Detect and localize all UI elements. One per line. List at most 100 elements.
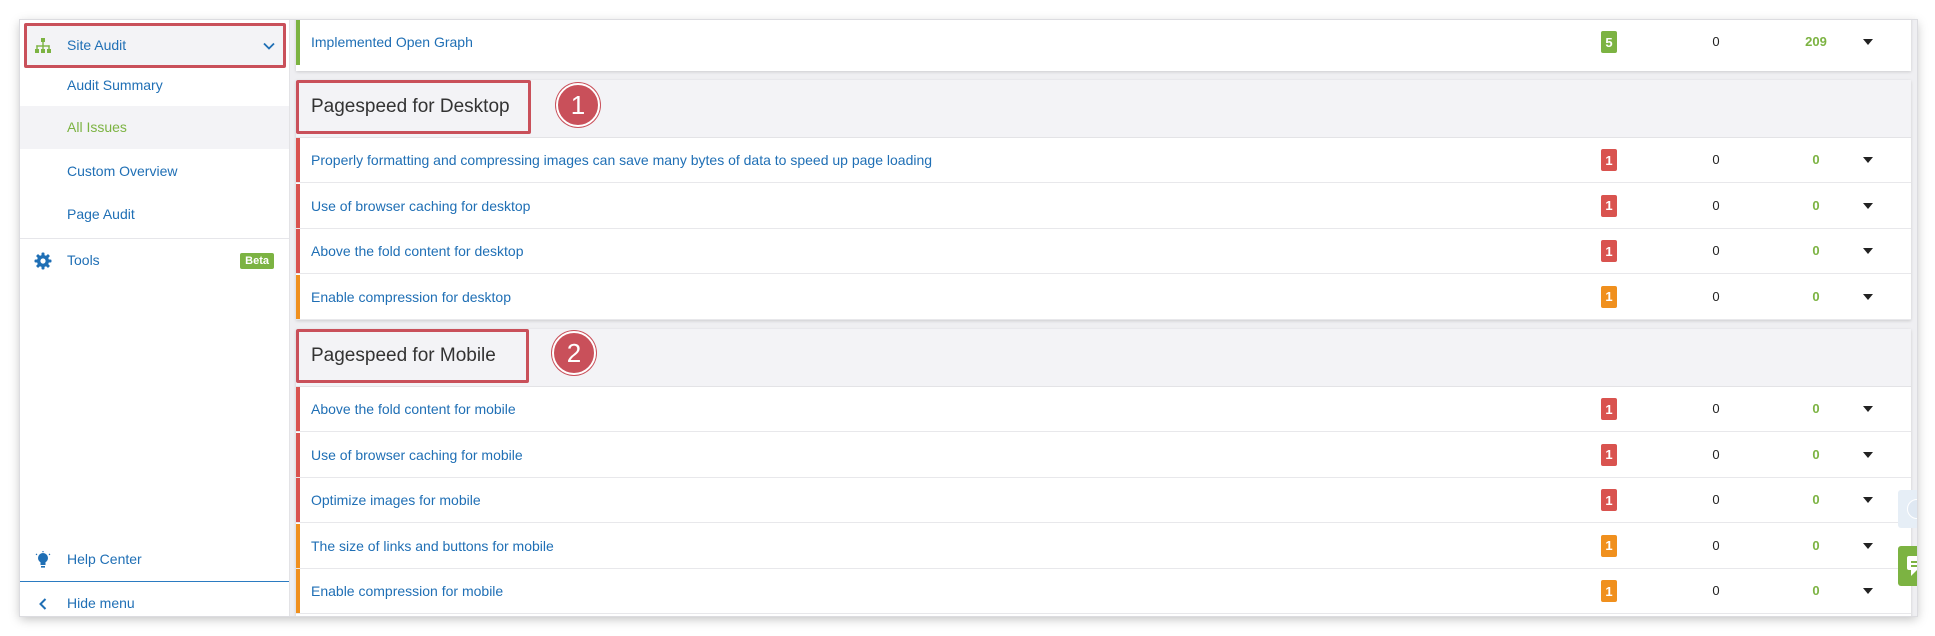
issue-title[interactable]: Above the fold content for desktop [311, 243, 523, 259]
caret-down-icon[interactable] [1863, 39, 1873, 45]
issue-value: 209 [1805, 34, 1827, 49]
issue-count-badge: 1 [1601, 194, 1617, 217]
issue-value: 0 [1812, 446, 1820, 462]
issue-row[interactable]: Enable compression for desktop 1 0 0 [296, 274, 1911, 320]
issue-row[interactable]: Implemented Open Graph 5 0 209 [296, 20, 1911, 65]
issue-value: 0 [1712, 197, 1720, 213]
sidebar-item-label: All Issues [67, 119, 127, 135]
issue-title[interactable]: Enable compression for mobile [311, 583, 503, 599]
sidebar-item-tools[interactable]: Tools Beta [20, 239, 289, 281]
annotation-marker: 2 [552, 331, 596, 375]
issue-value: 0 [1812, 288, 1820, 304]
severity-bar [296, 183, 300, 228]
issue-row[interactable]: The size of links and buttons for mobile… [296, 523, 1911, 569]
issue-row[interactable]: Use of browser caching for desktop 1 0 0 [296, 183, 1911, 229]
issue-count-badge: 5 [1601, 31, 1617, 53]
issue-value: 0 [1812, 197, 1820, 213]
section-title: Pagespeed for Mobile [296, 329, 529, 383]
chevron-left-icon [39, 598, 47, 610]
issue-count-badge: 1 [1601, 489, 1617, 511]
chat-icon [1907, 556, 1917, 576]
chevron-down-icon[interactable] [263, 40, 275, 52]
issue-count-badge: 1 [1601, 398, 1617, 420]
issue-value: 0 [1812, 152, 1820, 167]
issue-value: 0 [1812, 243, 1820, 258]
issue-title[interactable]: Use of browser caching for desktop [311, 198, 530, 214]
severity-bar [296, 478, 300, 522]
issue-title[interactable]: Above the fold content for mobile [311, 401, 516, 417]
issue-title[interactable]: Implemented Open Graph [311, 34, 473, 50]
caret-down-icon[interactable] [1863, 406, 1873, 412]
issue-value: 0 [1812, 537, 1820, 553]
annotation-marker: 1 [556, 83, 600, 127]
beta-badge: Beta [240, 253, 274, 269]
caret-down-icon[interactable] [1863, 451, 1873, 458]
app-frame: Site Audit Audit Summary All Issues Cust… [20, 20, 1917, 616]
sidebar-item-site-audit[interactable]: Site Audit [20, 24, 289, 66]
issue-title[interactable]: Use of browser caching for mobile [311, 447, 523, 463]
caret-down-icon[interactable] [1863, 588, 1873, 594]
caret-down-icon[interactable] [1863, 293, 1873, 300]
section-header: Pagespeed for Mobile 2 [296, 329, 1911, 387]
issue-value: 0 [1812, 492, 1820, 507]
issue-row[interactable]: Above the fold content for desktop 1 0 0 [296, 229, 1911, 274]
issue-value: 0 [1812, 583, 1820, 598]
sidebar-item-label: Help Center [67, 551, 142, 567]
sitemap-icon [35, 38, 51, 53]
issues-list: Implemented Open Graph 5 0 209 Pagespeed… [296, 20, 1917, 616]
issue-value: 0 [1712, 446, 1720, 462]
sidebar-item-label: Site Audit [67, 37, 127, 53]
issue-value: 0 [1712, 583, 1720, 598]
issue-row[interactable]: Properly formatting and compressing imag… [296, 138, 1911, 183]
section-header: Pagespeed for Desktop 1 [296, 80, 1911, 138]
section-pagespeed-mobile: Pagespeed for Mobile 2 Above the fold co… [296, 329, 1911, 616]
severity-bar [296, 229, 300, 273]
issue-title[interactable]: Properly formatting and compressing imag… [311, 152, 932, 168]
section-title: Pagespeed for Desktop [296, 80, 531, 134]
issue-count-badge: 1 [1601, 580, 1617, 602]
sidebar-item-help-center[interactable]: Help Center [20, 538, 289, 580]
issue-value: 0 [1712, 401, 1720, 416]
issue-title[interactable]: The size of links and buttons for mobile [311, 538, 554, 554]
sidebar-item-page-audit[interactable]: Page Audit [67, 206, 135, 222]
hide-menu-button[interactable]: Hide menu [20, 582, 289, 616]
caret-down-icon[interactable] [1863, 202, 1873, 209]
gear-icon [34, 252, 52, 270]
issue-value: 0 [1812, 401, 1820, 416]
section-title-text: Pagespeed for Mobile [311, 345, 496, 366]
issue-count-badge: 1 [1601, 149, 1617, 171]
issue-title[interactable]: Enable compression for desktop [311, 289, 511, 305]
caret-down-icon[interactable] [1863, 542, 1873, 549]
sidebar-item-custom-overview[interactable]: Custom Overview [67, 163, 177, 179]
severity-bar [296, 138, 300, 182]
caret-down-icon[interactable] [1863, 157, 1873, 163]
severity-bar [296, 523, 300, 568]
sidebar-item-all-issues[interactable]: All Issues [20, 106, 289, 149]
sidebar-item-audit-summary[interactable]: Audit Summary [67, 77, 163, 93]
issue-value: 0 [1712, 152, 1720, 167]
section-title-text: Pagespeed for Desktop [311, 96, 510, 117]
issue-value: 0 [1712, 288, 1720, 304]
lightbulb-icon [35, 551, 51, 568]
issue-row[interactable]: Above the fold content for mobile 1 0 0 [296, 387, 1911, 432]
chat-button[interactable] [1898, 546, 1917, 586]
scroll-top-button[interactable] [1898, 490, 1917, 528]
issue-row[interactable]: Use of browser caching for mobile 1 0 0 [296, 432, 1911, 478]
issue-row[interactable]: Optimize images for mobile 1 0 0 [296, 478, 1911, 523]
sidebar-item-label: Hide menu [67, 595, 135, 611]
scroll-top-icon [1907, 499, 1917, 519]
severity-bar [296, 569, 300, 613]
severity-bar [296, 432, 300, 477]
sidebar: Site Audit Audit Summary All Issues Cust… [20, 20, 290, 616]
issue-value: 0 [1712, 492, 1720, 507]
issue-row[interactable]: Enable compression for mobile 1 0 0 [296, 569, 1911, 614]
caret-down-icon[interactable] [1863, 248, 1873, 254]
caret-down-icon[interactable] [1863, 497, 1873, 503]
severity-bar [296, 274, 300, 319]
issue-value: 0 [1712, 537, 1720, 553]
section-pagespeed-desktop: Pagespeed for Desktop 1 Properly formatt… [296, 80, 1911, 320]
issue-count-badge: 1 [1601, 443, 1617, 466]
issue-value: 0 [1712, 243, 1720, 258]
severity-bar [296, 387, 300, 431]
issue-title[interactable]: Optimize images for mobile [311, 492, 481, 508]
